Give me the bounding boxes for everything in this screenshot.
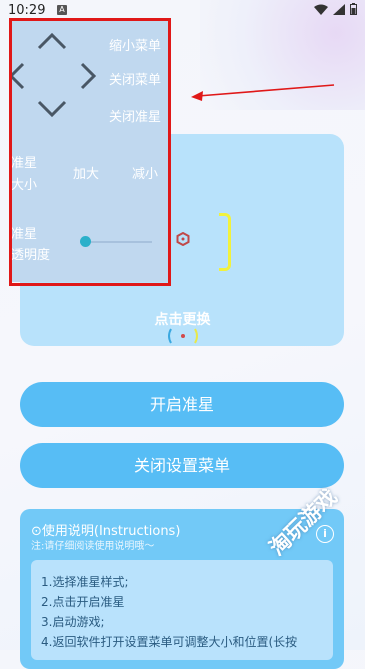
crosshair-bracket-preview bbox=[219, 213, 231, 271]
click-change-label[interactable]: 点击更换 bbox=[0, 309, 365, 329]
instructions-subtitle: 注:请仔细阅读使用说明哦～ bbox=[31, 541, 155, 552]
open-crosshair-button[interactable]: 开启准星 bbox=[20, 382, 344, 427]
status-time: 10:29 bbox=[8, 3, 46, 18]
status-icons bbox=[314, 3, 357, 15]
instruction-step: 3.启动游戏; bbox=[41, 615, 105, 629]
crosshair-hex-icon bbox=[176, 232, 190, 246]
notification-icon: A bbox=[57, 5, 67, 15]
battery-icon bbox=[350, 3, 357, 15]
instruction-step: 1.选择准星样式; bbox=[41, 575, 129, 589]
instruction-step: 2.点击开启准星 bbox=[41, 595, 125, 609]
wifi-icon bbox=[314, 4, 328, 15]
signal-icon bbox=[333, 3, 345, 15]
highlight-box bbox=[9, 18, 171, 286]
highlight-arrow-icon bbox=[191, 84, 335, 101]
mini-crosshair-icon[interactable] bbox=[165, 327, 201, 345]
instruction-step: 4.返回软件打开设置菜单可调整大小和位置(长按 bbox=[41, 635, 298, 649]
close-settings-menu-button[interactable]: 关闭设置菜单 bbox=[20, 443, 344, 488]
